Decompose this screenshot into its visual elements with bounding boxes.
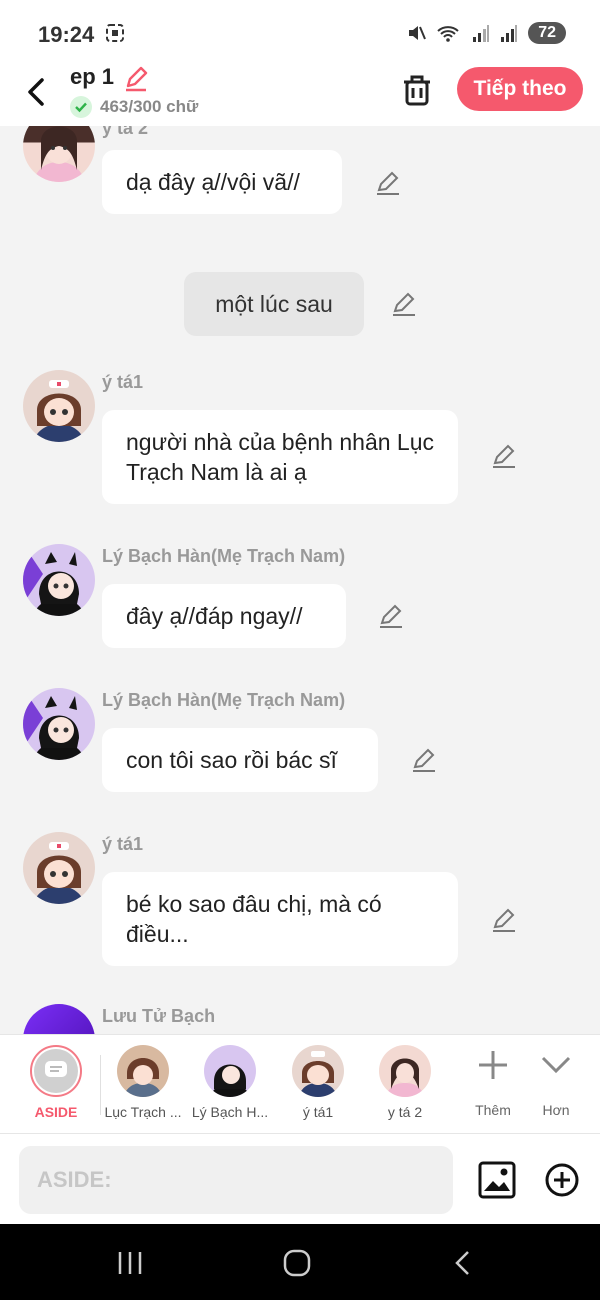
check-icon (70, 96, 92, 118)
avatar (379, 1045, 431, 1097)
aside-avatar (30, 1045, 82, 1097)
signal-icon (473, 25, 490, 42)
narration-bubble[interactable]: một lúc sau (184, 272, 364, 336)
add-circle-icon[interactable] (544, 1162, 580, 1198)
character-bar: ASIDE Lục Trạch ... Lý Bạch H... ý tá1 y… (0, 1034, 600, 1134)
speaker-name: ý tá1 (102, 834, 144, 854)
speaker-name: ý tá1 (102, 372, 144, 392)
input-bar (0, 1134, 600, 1224)
speaker-name: y tá 2 (102, 126, 149, 138)
mute-icon (409, 26, 427, 40)
episode-title[interactable]: ep 1 (70, 64, 114, 90)
character-label: Lục Trạch ... (104, 1104, 182, 1120)
screen-record-icon (106, 24, 124, 42)
speaker-name: Lưu Tử Bạch (102, 1006, 216, 1026)
image-icon[interactable] (478, 1161, 516, 1199)
character-label: Lý Bạch H... (191, 1104, 269, 1120)
character-item[interactable]: Lý Bạch H... (186, 1045, 274, 1120)
add-character-button[interactable]: Thêm (458, 1045, 528, 1118)
home-icon[interactable] (277, 1246, 317, 1280)
chat-area[interactable]: y tá 2 dạ đây ạ//vội vã// một lúc sau ý … (0, 126, 600, 1034)
chat-bubble-icon (45, 1061, 67, 1077)
character-label: ý tá1 (302, 1104, 334, 1120)
character-item[interactable]: y tá 2 (361, 1045, 449, 1120)
status-icons: 72 (406, 22, 566, 44)
character-aside[interactable]: ASIDE (12, 1045, 100, 1120)
avatar[interactable] (23, 1004, 95, 1034)
signal-icon-2 (501, 25, 518, 42)
avatar[interactable] (23, 126, 95, 182)
word-count: 463/300 chữ (70, 96, 198, 118)
more-button[interactable]: Hơn (521, 1045, 591, 1118)
avatar[interactable] (23, 544, 95, 616)
edit-pencil-icon[interactable] (377, 602, 405, 630)
status-bar: 19:24 72 (0, 0, 600, 60)
word-count-text: 463/300 chữ (100, 97, 199, 116)
plus-icon (479, 1051, 507, 1079)
message-bubble[interactable]: con tôi sao rồi bác sĩ (102, 728, 378, 792)
add-label: Thêm (475, 1102, 511, 1118)
message-bubble[interactable]: dạ đây ạ//vội vã// (102, 150, 342, 214)
avatar (204, 1045, 256, 1097)
editor-header: ep 1 463/300 chữ Tiếp theo (0, 60, 600, 126)
edit-pencil-icon[interactable] (490, 906, 518, 934)
edit-pencil-icon[interactable] (490, 442, 518, 470)
character-item[interactable]: ý tá1 (274, 1045, 362, 1120)
message-bubble[interactable]: bé ko sao đâu chị, mà có điều... (102, 872, 458, 966)
avatar[interactable] (23, 370, 95, 442)
avatar[interactable] (23, 688, 95, 760)
speaker-name: Lý Bạch Hàn(Mẹ Trạch Nam) (102, 546, 346, 566)
message-input[interactable] (19, 1146, 453, 1214)
speaker-name: Lý Bạch Hàn(Mẹ Trạch Nam) (102, 690, 346, 710)
battery-indicator: 72 (528, 22, 566, 44)
avatar (117, 1045, 169, 1097)
back-nav-icon[interactable] (444, 1246, 484, 1280)
edit-pencil-icon[interactable] (390, 290, 418, 318)
avatar (292, 1045, 344, 1097)
edit-title-pencil-icon[interactable] (122, 64, 150, 92)
wifi-icon (437, 26, 459, 42)
trash-icon[interactable] (400, 70, 434, 110)
chevron-down-icon (541, 1056, 571, 1074)
next-button[interactable]: Tiếp theo (457, 67, 583, 111)
back-arrow-icon[interactable] (22, 72, 54, 112)
character-label: y tá 2 (387, 1104, 423, 1120)
message-bubble[interactable]: người nhà của bệnh nhân Lục Trạch Nam là… (102, 410, 458, 504)
status-time: 19:24 (38, 22, 95, 47)
edit-pencil-icon[interactable] (410, 746, 438, 774)
more-label: Hơn (542, 1102, 570, 1118)
character-item[interactable]: Lục Trạch ... (99, 1045, 187, 1120)
recent-apps-icon[interactable] (110, 1246, 150, 1280)
avatar[interactable] (23, 832, 95, 904)
message-bubble[interactable]: đây ạ//đáp ngay// (102, 584, 346, 648)
system-nav-bar (0, 1224, 600, 1300)
edit-pencil-icon[interactable] (374, 169, 402, 197)
character-label: ASIDE (34, 1104, 78, 1120)
